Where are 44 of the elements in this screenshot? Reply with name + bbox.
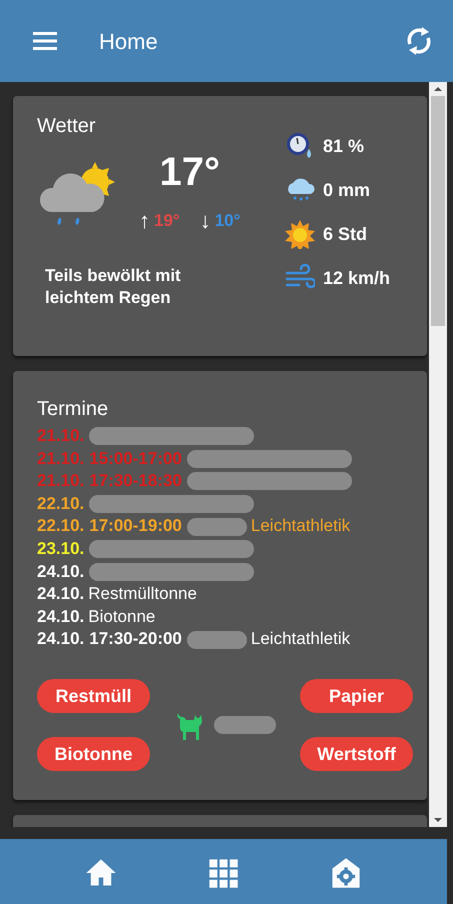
stat-value: 81 % [323,134,364,158]
stat-value: 0 mm [323,178,370,202]
refresh-icon[interactable] [405,26,433,56]
bin-button[interactable]: Biotonne [37,737,150,771]
redacted-text [186,630,247,649]
stat-value: 6 Std [323,222,368,246]
arrow-down: ↓ [200,207,211,235]
scrollbar[interactable] [429,82,447,827]
weather-description: Teils bewölkt mit leichtem Regen [45,265,182,309]
event-title: Leichtathletik [250,628,350,650]
event-date: 24.10. [37,560,84,583]
event-time: 17:30-20:00 [89,628,182,650]
bin-button[interactable]: Wertstoff [300,737,413,771]
page-title: Home [99,28,158,56]
event-date: 21.10. [37,448,84,470]
arrow-up: ↑ [139,207,150,235]
event-date: 21.10. [37,425,84,447]
scroll-down-icon[interactable] [433,817,443,823]
card-title: Termine [37,397,110,421]
event-title: Restmülltonne [88,583,197,606]
card-title: Wetter [37,114,97,138]
high-temperature: 19° [154,210,180,232]
event-date: 24.10. [37,583,84,606]
event-title: Biotonne [88,606,156,628]
scroll-up-icon[interactable] [433,86,443,92]
menu-icon[interactable] [33,32,57,50]
event-date: 23.10. [37,538,84,560]
event-title: Leichtathletik [250,515,350,538]
redacted-text [186,518,247,536]
scroll-thumb[interactable] [431,96,445,326]
sun-icon [285,219,315,249]
event-time: 17:30-18:30 [89,470,182,492]
event-date: 22.10. [37,492,84,515]
bin-button[interactable]: Restmüll [37,679,150,713]
bin-button[interactable]: Papier [300,679,413,713]
stat-value: 12 km/h [323,266,390,290]
event-date: 21.10. [37,470,84,492]
temperature: 17° [158,152,221,192]
event-time: 17:00-19:00 [89,515,182,538]
low-temperature: 10° [214,210,240,232]
event-date: 24.10. [37,606,84,628]
event-date: 24.10. [37,628,84,650]
event-time: 15:00-17:00 [89,448,182,470]
event-date: 22.10. [37,515,84,538]
